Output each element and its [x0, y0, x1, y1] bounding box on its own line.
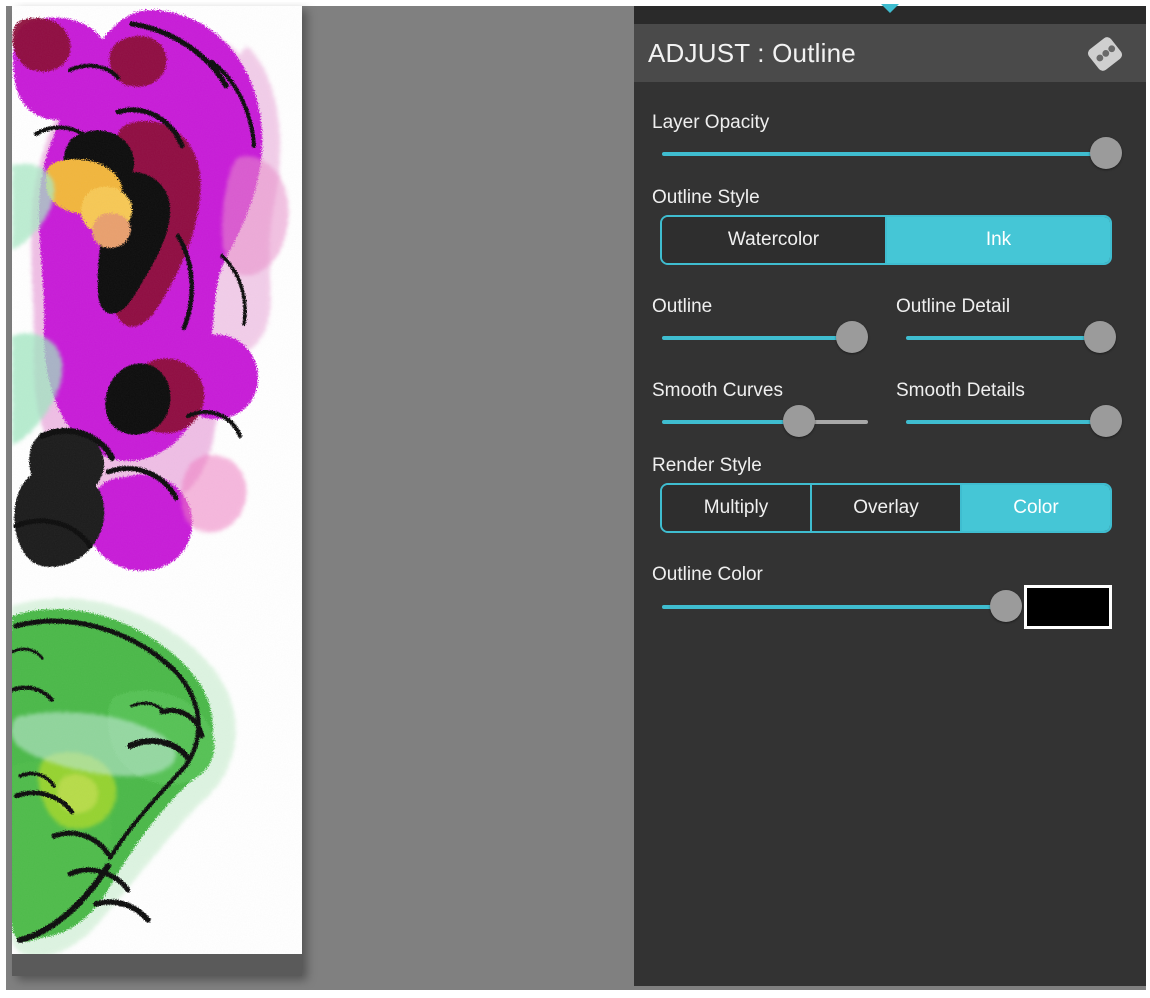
slider-knob[interactable]: [836, 321, 868, 353]
artwork-image: [12, 6, 302, 954]
outline-color-slider[interactable]: [662, 590, 1022, 624]
smooth-curves-slider[interactable]: [662, 405, 868, 439]
segment-overlay[interactable]: Overlay: [812, 485, 962, 531]
application-window: ADJUST : Outline Layer Opacity Outline S…: [0, 0, 1150, 998]
slider-track-fill: [662, 605, 1006, 609]
layer-opacity-slider[interactable]: [662, 137, 1122, 171]
image-canvas[interactable]: [12, 6, 302, 954]
panel-top-strip: [634, 4, 1146, 24]
outline-detail-slider[interactable]: [906, 321, 1116, 355]
outline-style-label: Outline Style: [652, 187, 760, 208]
segment-multiply[interactable]: Multiply: [662, 485, 812, 531]
render-style-segmented-control[interactable]: Multiply Overlay Color: [660, 483, 1112, 533]
panel-body: Layer Opacity Outline Style Watercolor I…: [634, 82, 1146, 986]
slider-track-fill: [662, 336, 852, 340]
render-style-label: Render Style: [652, 455, 762, 476]
layer-opacity-label: Layer Opacity: [652, 112, 770, 133]
outline-label: Outline: [652, 296, 713, 317]
panel-title: ADJUST : Outline: [648, 38, 856, 68]
slider-track-fill: [662, 152, 1106, 156]
slider-track-fill: [906, 420, 1100, 424]
outline-color-label: Outline Color: [652, 564, 763, 585]
slider-track-fill: [906, 336, 1096, 340]
smooth-details-label: Smooth Details: [896, 380, 1025, 401]
panel-caret-icon[interactable]: [881, 4, 899, 13]
outline-detail-label: Outline Detail: [896, 296, 1011, 317]
segment-color[interactable]: Color: [962, 485, 1110, 531]
segment-watercolor[interactable]: Watercolor: [662, 217, 887, 263]
preset-diamond-dots-icon[interactable]: [1086, 35, 1124, 73]
window-inner: ADJUST : Outline Layer Opacity Outline S…: [6, 2, 1146, 990]
outline-color-swatch[interactable]: [1024, 585, 1112, 629]
outline-style-segmented-control[interactable]: Watercolor Ink: [660, 215, 1112, 265]
slider-knob[interactable]: [1090, 137, 1122, 169]
adjust-panel: ADJUST : Outline Layer Opacity Outline S…: [634, 4, 1146, 986]
smooth-curves-label: Smooth Curves: [652, 380, 783, 401]
slider-knob[interactable]: [1090, 405, 1122, 437]
slider-knob[interactable]: [990, 590, 1022, 622]
outline-slider[interactable]: [662, 321, 868, 355]
panel-header: ADJUST : Outline: [634, 24, 1146, 82]
slider-knob[interactable]: [1084, 321, 1116, 353]
slider-knob[interactable]: [783, 405, 815, 437]
slider-track-fill: [662, 420, 799, 424]
segment-ink[interactable]: Ink: [887, 217, 1110, 263]
smooth-details-slider[interactable]: [906, 405, 1122, 439]
canvas-bottom-bar: [12, 954, 302, 976]
